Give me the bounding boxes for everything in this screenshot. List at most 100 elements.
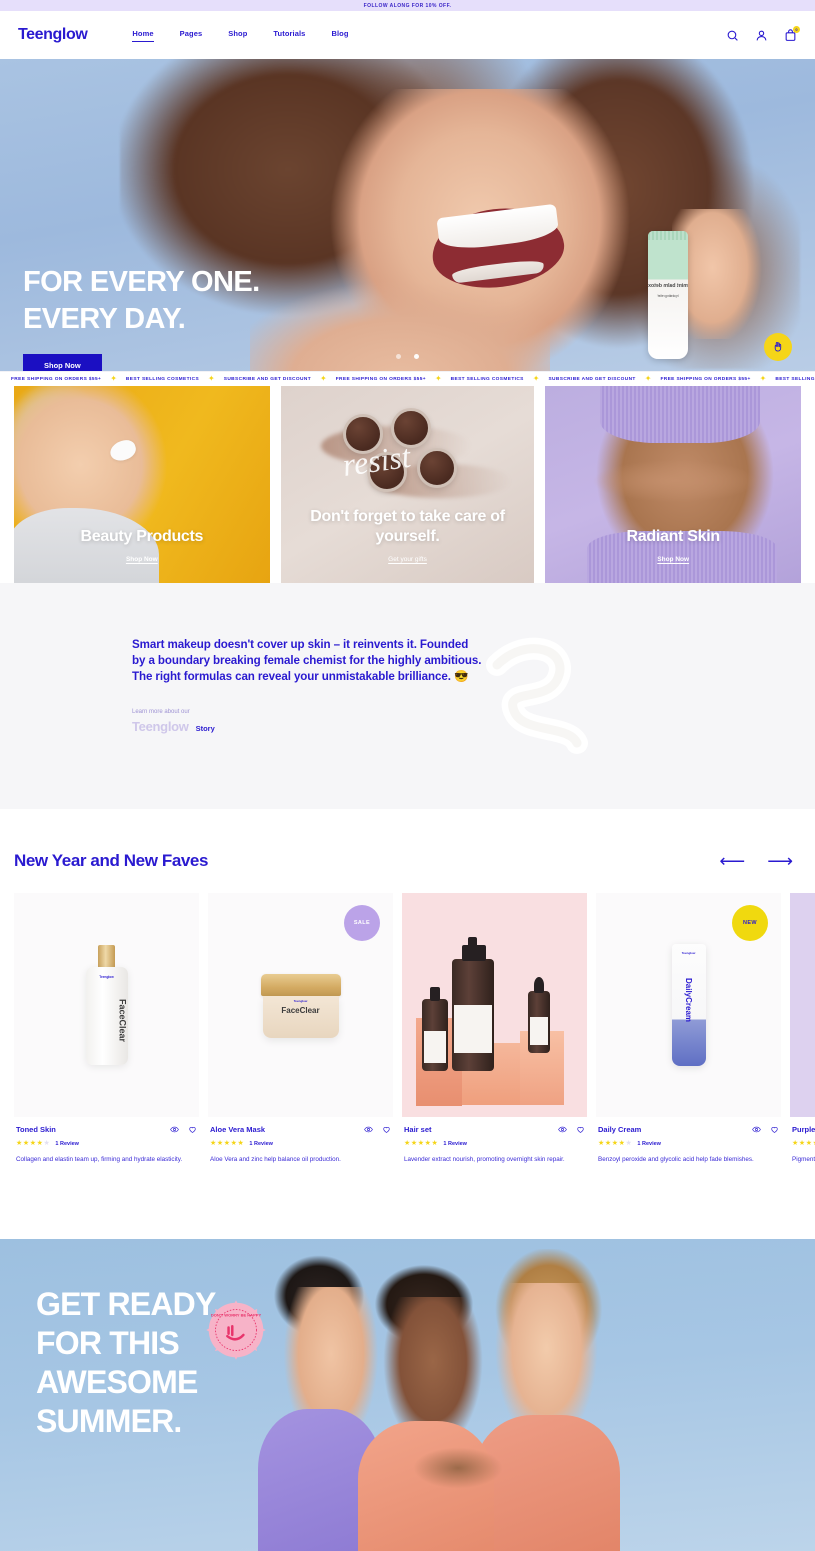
product-name: Hair set bbox=[404, 1125, 432, 1134]
hand-peace-icon bbox=[774, 341, 782, 352]
product-image[interactable] bbox=[402, 893, 587, 1117]
hero-title-line-2: EVERY DAY. bbox=[23, 303, 186, 336]
product-review-count: 1 Review bbox=[443, 1140, 467, 1147]
summer-title-line-1: GET READY bbox=[36, 1286, 216, 1322]
product-brand-label: Teenglow bbox=[681, 951, 696, 955]
summer-promo-banner: GET READY FOR THIS AWESOME SUMMER. DON'T… bbox=[0, 1239, 815, 1551]
carousel-prev-arrow[interactable]: ⟵ bbox=[719, 852, 745, 870]
product-review-count: 1 Review bbox=[637, 1140, 661, 1147]
marquee-star-icon: ✦ bbox=[532, 374, 540, 383]
product-description: Benzoyl peroxide and glycolic acid help … bbox=[598, 1156, 754, 1163]
nav-item-home[interactable]: Home bbox=[132, 29, 154, 42]
marquee-star-icon: ✦ bbox=[208, 374, 215, 383]
floating-action-button[interactable] bbox=[764, 333, 792, 361]
marquee-item: BEST SELLING COSMETICS bbox=[125, 376, 200, 382]
announcement-text: FOLLOW ALONG FOR 10% OFF. bbox=[363, 2, 452, 9]
marquee-star-icon: ✦ bbox=[320, 374, 327, 383]
wishlist-heart-icon[interactable] bbox=[770, 1125, 779, 1134]
product-description: Pigments blend flawless finish. bbox=[792, 1156, 815, 1163]
product-name: Purple Brush bbox=[792, 1125, 815, 1134]
marquee-item: FREE SHIPPING ON ORDERS $55+ bbox=[335, 376, 426, 382]
product-image-label: DailyCream bbox=[684, 978, 693, 1023]
summer-title-line-3: AWESOME bbox=[36, 1364, 198, 1401]
product-image-label: FaceClear bbox=[281, 1006, 320, 1015]
nav-item-blog[interactable]: Blog bbox=[331, 29, 348, 42]
brand-story-section: Smart makeup doesn't cover up skin – it … bbox=[0, 583, 815, 809]
product-card[interactable]: NEW Teenglow DailyCream Daily Cream ★★★★… bbox=[596, 893, 781, 1165]
product-name: Aloe Vera Mask bbox=[210, 1125, 266, 1134]
product-image[interactable]: SALE Teenglow FaceClear bbox=[208, 893, 393, 1117]
cart-icon[interactable]: 0 bbox=[784, 25, 800, 42]
product-image[interactable]: NEW Teenglow DailyCream bbox=[596, 893, 781, 1117]
summer-title-line-2: FOR THIS bbox=[36, 1325, 180, 1362]
hero-product-label: mint balm detox bbox=[648, 283, 688, 289]
sticker-label: DON'T WORRY BE HAPPY bbox=[211, 1312, 262, 1317]
hero-product-sub: hydrating relief bbox=[657, 293, 679, 298]
story-paragraph: Smart makeup doesn't cover up skin – it … bbox=[132, 638, 482, 683]
nav-item-pages[interactable]: Pages bbox=[180, 29, 203, 42]
category-card-radiant-skin[interactable]: Radiant Skin Shop Now bbox=[545, 386, 802, 583]
category-card-gifts[interactable]: resist Don't forget to take care of your… bbox=[280, 386, 535, 583]
site-header: Teenglow Home Pages Shop Tutorials Blog bbox=[0, 11, 815, 59]
cart-count-badge: 0 bbox=[793, 25, 800, 33]
user-icon[interactable] bbox=[755, 29, 768, 42]
marquee-item: BEST SELLING COSMETICS bbox=[775, 376, 815, 382]
category-title: Radiant Skin bbox=[626, 528, 721, 545]
category-card-beauty-products[interactable]: Beauty Products Shop Now bbox=[14, 386, 270, 583]
category-title: Don't forget to take care of yourself. bbox=[310, 508, 505, 545]
product-description: Collagen and elastin team up, firming an… bbox=[16, 1156, 183, 1163]
summer-promo-content: GET READY FOR THIS AWESOME SUMMER. bbox=[36, 1285, 216, 1441]
site-logo[interactable]: Teenglow bbox=[18, 26, 88, 44]
category-cards: Beauty Products Shop Now resist Don't fo… bbox=[0, 386, 815, 583]
marquee-star-icon: ✦ bbox=[434, 374, 442, 383]
product-card[interactable]: SALE Teenglow FaceClear Aloe Vera Mask ★… bbox=[208, 893, 393, 1165]
product-review-count: 1 Review bbox=[249, 1140, 273, 1147]
quick-view-eye-icon[interactable] bbox=[364, 1125, 373, 1134]
marquee-item: SUBSCRIBE AND GET DISCOUNT bbox=[223, 376, 312, 382]
category-gifts-link[interactable]: Get your gifts bbox=[388, 556, 427, 563]
category-shop-link[interactable]: Shop Now bbox=[126, 556, 158, 563]
category-shop-link[interactable]: Shop Now bbox=[657, 556, 689, 563]
wishlist-heart-icon[interactable] bbox=[188, 1125, 197, 1134]
carousel-dot-1[interactable] bbox=[396, 354, 401, 359]
dont-worry-be-happy-sticker: DON'T WORRY BE HAPPY bbox=[205, 1299, 267, 1361]
quick-view-eye-icon[interactable] bbox=[558, 1125, 567, 1134]
products-section-title: New Year and New Faves bbox=[14, 851, 209, 870]
product-rating-stars: ★★★★★ bbox=[16, 1140, 51, 1147]
story-brand-row[interactable]: Teenglow Story bbox=[132, 719, 815, 734]
product-rating-stars: ★★★★★ bbox=[598, 1140, 633, 1147]
products-carousel[interactable]: Teenglow FaceClear Toned Skin ★★★★★ 1 Re… bbox=[0, 871, 815, 1165]
quick-view-eye-icon[interactable] bbox=[752, 1125, 761, 1134]
carousel-arrows: ⟵ ⟶ bbox=[719, 852, 793, 870]
marquee-star-icon: ✦ bbox=[644, 374, 652, 383]
product-rating-stars: ★★★★★ bbox=[404, 1140, 439, 1147]
category-title: Beauty Products bbox=[80, 528, 204, 545]
product-brand-label: Teenglow bbox=[293, 999, 308, 1003]
announcement-bar: FOLLOW ALONG FOR 10% OFF. bbox=[0, 0, 815, 11]
nav-item-shop[interactable]: Shop bbox=[228, 29, 247, 42]
product-review-count: 1 Review bbox=[55, 1140, 79, 1147]
product-description: Aloe Vera and zinc help balance oil prod… bbox=[210, 1156, 341, 1163]
wishlist-heart-icon[interactable] bbox=[576, 1125, 585, 1134]
product-card[interactable]: Teenglow FaceClear Toned Skin ★★★★★ 1 Re… bbox=[14, 893, 199, 1165]
carousel-next-arrow[interactable]: ⟶ bbox=[767, 852, 793, 870]
story-learn-more-label: Learn more about our bbox=[132, 708, 190, 715]
product-card[interactable]: Hair set ★★★★★ 1 Review Lavender extract… bbox=[402, 893, 587, 1165]
search-icon[interactable] bbox=[726, 29, 739, 42]
story-brand-name: Teenglow bbox=[132, 718, 189, 734]
product-rating-stars: ★★★★★ bbox=[210, 1140, 245, 1147]
wishlist-heart-icon[interactable] bbox=[382, 1125, 391, 1134]
quick-view-eye-icon[interactable] bbox=[170, 1125, 179, 1134]
products-header: New Year and New Faves ⟵ ⟶ bbox=[0, 809, 815, 871]
carousel-dot-2[interactable] bbox=[414, 354, 419, 359]
product-card[interactable]: Purple Brush ★★★★★ 1 R Pigments blend fl… bbox=[790, 893, 815, 1165]
product-image[interactable] bbox=[790, 893, 815, 1117]
hero-product-tube: mint balm detox hydrating relief bbox=[648, 231, 688, 359]
product-brand-label: Teenglow bbox=[99, 975, 114, 979]
nav-item-tutorials[interactable]: Tutorials bbox=[273, 29, 305, 42]
products-section: New Year and New Faves ⟵ ⟶ Teenglow Face… bbox=[0, 809, 815, 1165]
marquee-item: FREE SHIPPING ON ORDERS $55+ bbox=[660, 376, 751, 382]
main-navigation: Home Pages Shop Tutorials Blog bbox=[132, 29, 348, 42]
product-image[interactable]: Teenglow FaceClear bbox=[14, 893, 199, 1117]
product-rating-stars: ★★★★★ bbox=[792, 1140, 815, 1147]
